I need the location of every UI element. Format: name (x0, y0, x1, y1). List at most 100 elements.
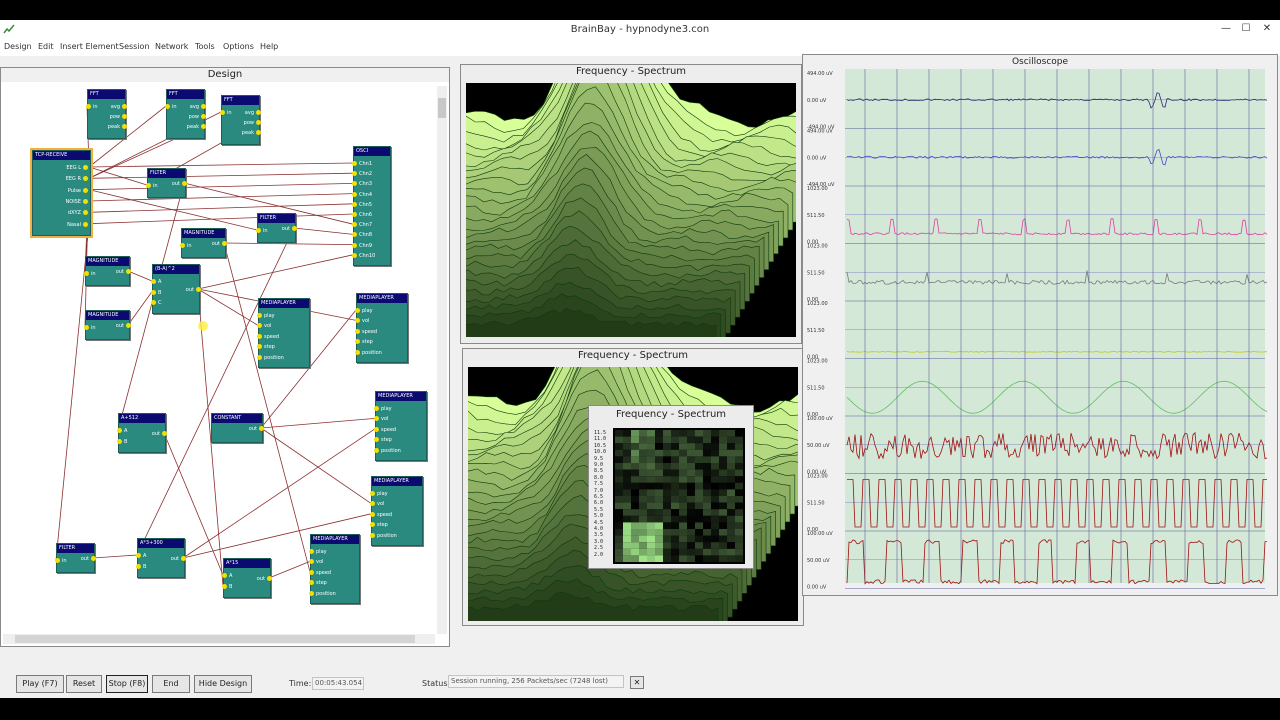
menu-design[interactable]: Design (4, 42, 32, 51)
port-dot[interactable] (222, 241, 227, 246)
port-dot[interactable] (257, 333, 262, 339)
port-position[interactable]: position (355, 349, 382, 356)
port-dot[interactable] (84, 271, 89, 276)
port-dot[interactable] (122, 114, 127, 119)
port-out[interactable]: out (116, 323, 131, 329)
port-chn9[interactable]: Chn9 (352, 242, 372, 249)
port-out[interactable]: out (249, 426, 264, 432)
node-mp1[interactable]: MEDIAPLAYER play vol speed step position (257, 298, 310, 368)
port-in[interactable]: in (84, 271, 96, 277)
port-out[interactable]: out (172, 181, 187, 187)
node-osci[interactable]: OSCI Chn1 Chn2 Chn3 Chn4 Chn5 Chn6 Chn7 Chn8 Chn9… (352, 146, 391, 266)
port-out[interactable]: out (152, 431, 167, 437)
port-dot[interactable] (352, 191, 357, 197)
port-dot[interactable] (220, 110, 225, 115)
port-nasal[interactable]: Nasal (67, 221, 88, 228)
port-dot[interactable] (201, 104, 206, 109)
node-filter3[interactable]: FILTER in out (55, 543, 96, 573)
port-vol[interactable]: vol (374, 416, 388, 422)
port-eeg-r[interactable]: EEG R (66, 176, 88, 182)
port-dot[interactable] (84, 325, 89, 330)
port-dot[interactable] (370, 522, 375, 528)
port-peak[interactable]: peak (108, 124, 127, 130)
port-out[interactable]: out (116, 269, 131, 275)
port-avg[interactable]: avg (111, 104, 127, 110)
port-dot[interactable] (257, 344, 262, 350)
port-dot[interactable] (355, 308, 360, 313)
port-dot[interactable] (136, 553, 141, 558)
port-out[interactable]: out (257, 576, 272, 582)
port-a[interactable]: A (151, 279, 161, 285)
port-play[interactable]: play (374, 406, 392, 412)
node-a3300[interactable]: A*3+300 A Bout (136, 538, 186, 578)
node-mp4[interactable]: MEDIAPLAYER play vol speed step position (370, 476, 423, 546)
port-dot[interactable] (352, 181, 357, 187)
port-chn3[interactable]: Chn3 (352, 181, 372, 187)
port-in[interactable]: in (146, 183, 158, 189)
port-out[interactable]: out (81, 556, 96, 562)
port-dot[interactable] (267, 576, 272, 581)
port-b[interactable]: B (222, 584, 232, 590)
port-dot[interactable] (352, 201, 357, 207)
port-dot[interactable] (309, 549, 314, 554)
menu-insert-element[interactable]: Insert Element (60, 42, 119, 51)
port-pulse[interactable]: Pulse (68, 187, 88, 194)
port-peak[interactable]: peak (187, 124, 206, 130)
port-chn6[interactable]: Chn6 (352, 212, 372, 218)
port-dot[interactable] (370, 532, 375, 538)
port-b[interactable]: B (117, 439, 127, 445)
port-in[interactable]: in (220, 110, 232, 116)
port-in[interactable]: in (165, 104, 177, 110)
port-speed[interactable]: speed (309, 569, 331, 576)
port-dot[interactable] (257, 313, 262, 318)
menu-help[interactable]: Help (260, 42, 278, 51)
horizontal-scrollbar[interactable] (3, 634, 435, 644)
node-filter2[interactable]: FILTER in out (256, 213, 297, 243)
scroll-thumb-h[interactable] (15, 635, 415, 643)
port-dot[interactable] (259, 426, 264, 431)
close-button[interactable]: ✕ (1257, 21, 1277, 37)
port-dot[interactable] (83, 199, 88, 204)
port-dot[interactable] (352, 222, 357, 228)
end-button[interactable]: End (152, 675, 190, 693)
port-dot[interactable] (370, 501, 375, 507)
port-chn7[interactable]: Chn7 (352, 222, 372, 228)
port-vol[interactable]: vol (309, 559, 323, 565)
port-dot[interactable] (256, 110, 261, 115)
port-pow[interactable]: pow (189, 114, 206, 120)
node-a15[interactable]: A*15 A Bout (222, 558, 272, 598)
port-out[interactable]: out (212, 241, 227, 247)
port-dot[interactable] (162, 431, 167, 436)
port-dot[interactable] (309, 580, 314, 586)
port-dot[interactable] (83, 165, 88, 170)
port-dxyz[interactable]: dXYZ (68, 210, 88, 216)
node-mp3[interactable]: MEDIAPLAYER play vol speed step position (374, 391, 427, 461)
port-dot[interactable] (151, 279, 156, 284)
port-dot[interactable] (86, 104, 91, 109)
port-position[interactable]: position (374, 447, 401, 454)
port-a[interactable]: A (222, 573, 232, 579)
maximize-button[interactable]: ☐ (1236, 21, 1256, 37)
port-dot[interactable] (256, 228, 261, 233)
port-vol[interactable]: vol (370, 501, 384, 507)
port-avg[interactable]: avg (190, 104, 206, 110)
port-dot[interactable] (126, 269, 131, 274)
port-dot[interactable] (83, 187, 88, 193)
port-position[interactable]: position (257, 354, 284, 361)
port-dot[interactable] (370, 511, 375, 517)
port-chn1[interactable]: Chn1 (352, 161, 372, 167)
port-dot[interactable] (117, 428, 122, 433)
port-dot[interactable] (182, 181, 187, 186)
node-const[interactable]: CONSTANT out (211, 413, 264, 443)
port-dot[interactable] (374, 437, 379, 443)
port-dot[interactable] (83, 210, 88, 216)
port-in[interactable]: in (86, 104, 98, 110)
port-avg[interactable]: avg (245, 110, 261, 116)
port-dot[interactable] (201, 114, 206, 119)
node-fft3[interactable]: FFT in avg pow peak (220, 95, 261, 145)
node-filter1[interactable]: FILTER in out (146, 168, 187, 198)
node-mag2[interactable]: MAGNITUDE in out (84, 256, 131, 286)
node-fft1[interactable]: FFT in avg pow peak (86, 89, 127, 139)
port-dot[interactable] (136, 564, 141, 569)
port-play[interactable]: play (355, 308, 373, 314)
